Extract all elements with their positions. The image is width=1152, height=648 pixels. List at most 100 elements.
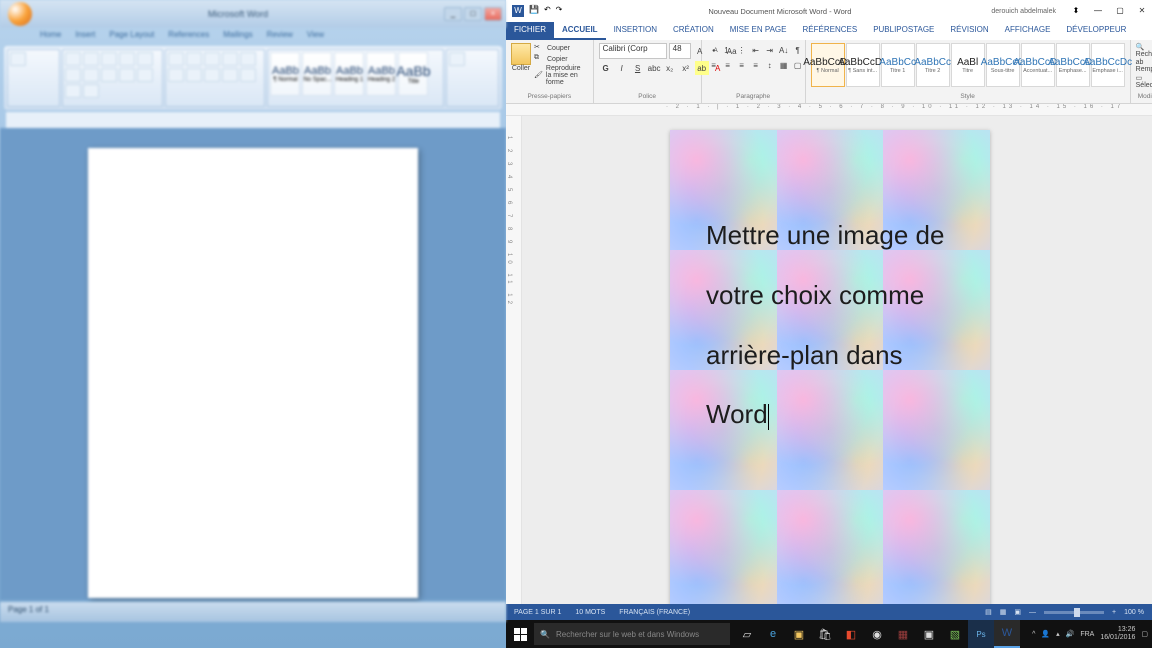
align-left-button[interactable]: ≡ — [707, 58, 721, 72]
find-button[interactable]: 🔍 Rechercher — [1136, 43, 1152, 58]
tab-developpeur[interactable]: DÉVELOPPEUR — [1058, 22, 1134, 40]
font-name-select[interactable]: Calibri (Corp — [599, 43, 667, 59]
horizontal-ruler[interactable]: · 2 · 1 · | · 1 · 2 · 3 · 4 · 5 · 6 · 7 … — [506, 104, 1152, 116]
align-right-button[interactable]: ≡ — [735, 58, 749, 72]
style-item[interactable]: AaBbCcDcEmphase i... — [1091, 43, 1125, 87]
pilcrow-button[interactable]: ¶ — [791, 43, 805, 57]
close-button[interactable]: × — [484, 7, 502, 21]
bold-button[interactable]: G — [599, 61, 613, 75]
outdent-button[interactable]: ⇤ — [749, 43, 763, 57]
styles-gallery[interactable]: AaBbCcDc¶ NormalAaBbCcDc¶ Sans int...AaB… — [811, 43, 1125, 87]
italic-button[interactable]: I — [615, 61, 629, 75]
minimize-button[interactable]: — — [1088, 4, 1108, 18]
page-count[interactable]: PAGE 1 SUR 1 — [514, 609, 561, 616]
cut-button[interactable]: ✂Couper — [534, 43, 588, 53]
user-name[interactable]: derouich abdelmalek — [991, 8, 1056, 15]
multilevel-button[interactable]: ⋮ — [735, 43, 749, 57]
tab-fichier[interactable]: FICHIER — [506, 22, 554, 40]
notifications-icon[interactable]: ▢ — [1141, 630, 1148, 638]
superscript-button[interactable]: x² — [679, 61, 693, 75]
redo-icon[interactable]: ↷ — [556, 5, 563, 17]
font-button[interactable] — [65, 52, 81, 66]
select-button[interactable]: ▭ Sélectionner — [1136, 74, 1152, 89]
tab-insertion[interactable]: INSERTION — [606, 22, 665, 40]
tab-revision[interactable]: RÉVISION — [942, 22, 996, 40]
view-web-icon[interactable]: ▣ — [1014, 608, 1021, 616]
numbering-button[interactable]: 1. — [721, 43, 735, 57]
undo-icon[interactable]: ↶ — [544, 5, 551, 17]
taskbar-search[interactable]: 🔍 Rechercher sur le web et dans Windows — [534, 623, 730, 645]
tab-view[interactable]: View — [307, 30, 324, 46]
start-button[interactable] — [506, 620, 534, 648]
tab-publipostage[interactable]: PUBLIPOSTAGE — [865, 22, 942, 40]
ribbon-options-icon[interactable]: ⬍ — [1066, 4, 1086, 18]
word-count[interactable]: 10 MOTS — [575, 609, 605, 616]
style-heading1[interactable]: AaBbHeading 1 — [334, 52, 364, 96]
zoom-out-button[interactable]: — — [1029, 609, 1036, 616]
style-item[interactable]: AaBlTitre — [951, 43, 985, 87]
restore-button[interactable]: ▢ — [1110, 4, 1130, 18]
explorer-icon[interactable]: ▣ — [786, 620, 812, 648]
document-body-text[interactable]: Mettre une image de votre choix comme ar… — [706, 206, 960, 445]
word-taskbar-icon[interactable]: W — [994, 620, 1020, 648]
style-heading2[interactable]: AaBbHeading 2 — [366, 52, 396, 96]
tab-references[interactable]: RÉFÉRENCES — [795, 22, 866, 40]
replace-button[interactable]: ab Remplacer — [1136, 59, 1152, 73]
tray-people-icon[interactable]: 👤 — [1041, 630, 1050, 638]
tray-network-icon[interactable]: ▴ — [1056, 630, 1060, 638]
paste-button[interactable] — [10, 52, 26, 66]
maximize-button[interactable]: □ — [464, 7, 482, 21]
tab-miseenpage[interactable]: MISE EN PAGE — [722, 22, 795, 40]
style-nospacing[interactable]: AaBbNo Spac... — [302, 52, 332, 96]
view-print-icon[interactable]: ▦ — [1000, 608, 1007, 616]
tab-accueil[interactable]: ACCUEIL — [554, 22, 606, 40]
tab-references[interactable]: References — [168, 30, 209, 46]
chrome-icon[interactable]: ◉ — [864, 620, 890, 648]
tab-pagelayout[interactable]: Page Layout — [109, 30, 154, 46]
style-item[interactable]: AaBbCcDc¶ Sans int... — [846, 43, 880, 87]
w2007-page[interactable] — [88, 148, 418, 598]
app-icon[interactable]: ▧ — [942, 620, 968, 648]
app-icon[interactable]: ▦ — [890, 620, 916, 648]
vertical-ruler[interactable]: 1 2 3 4 5 6 7 8 9 10 11 12 — [506, 116, 522, 604]
bullets-button[interactable]: • — [707, 43, 721, 57]
tab-home[interactable]: Home — [40, 30, 61, 46]
language-indicator[interactable]: FRANÇAIS (FRANCE) — [619, 609, 690, 616]
tab-insert[interactable]: Insert — [75, 30, 95, 46]
sort-button[interactable]: A↓ — [777, 43, 791, 57]
tray-chevron-icon[interactable]: ^ — [1032, 631, 1035, 638]
tray-lang[interactable]: FRA — [1080, 631, 1094, 638]
style-title[interactable]: AaBbTitle — [398, 52, 428, 96]
photoshop-icon[interactable]: Ps — [968, 620, 994, 648]
style-item[interactable]: AaBbCcTitre 2 — [916, 43, 950, 87]
document-page[interactable]: Mettre une image de votre choix comme ar… — [670, 130, 990, 604]
tray-clock[interactable]: 13:26 16/01/2016 — [1100, 626, 1135, 641]
save-icon[interactable]: 💾 — [529, 5, 539, 17]
store-icon[interactable]: 🛍 — [812, 620, 838, 648]
zoom-in-button[interactable]: + — [1112, 609, 1116, 616]
line-spacing-button[interactable]: ↕ — [763, 58, 777, 72]
align-center-button[interactable]: ≡ — [721, 58, 735, 72]
edge-icon[interactable]: e — [760, 620, 786, 648]
taskview-icon[interactable]: ▱ — [734, 620, 760, 648]
tab-creation[interactable]: CRÉATION — [665, 22, 722, 40]
tab-review[interactable]: Review — [267, 30, 293, 46]
underline-button[interactable]: S — [631, 61, 645, 75]
minimize-button[interactable]: _ — [444, 7, 462, 21]
office-icon[interactable]: ◧ — [838, 620, 864, 648]
justify-button[interactable]: ≡ — [749, 58, 763, 72]
tray-volume-icon[interactable]: 🔊 — [1066, 630, 1075, 638]
style-normal[interactable]: AaBb¶ Normal — [270, 52, 300, 96]
paste-button[interactable]: Coller — [511, 43, 531, 72]
para-button[interactable] — [168, 52, 184, 66]
format-painter-button[interactable]: 🖌Reproduire la mise en forme — [534, 65, 588, 86]
app-icon[interactable]: ▣ — [916, 620, 942, 648]
tab-affichage[interactable]: AFFICHAGE — [997, 22, 1059, 40]
zoom-level[interactable]: 100 % — [1124, 609, 1144, 616]
zoom-slider[interactable] — [1044, 611, 1104, 614]
style-item[interactable]: AaBbCcTitre 1 — [881, 43, 915, 87]
copy-button[interactable]: ⧉Copier — [534, 54, 588, 64]
shading-button[interactable]: ▦ — [777, 58, 791, 72]
tab-mailings[interactable]: Mailings — [223, 30, 252, 46]
editing-button[interactable] — [449, 52, 465, 66]
